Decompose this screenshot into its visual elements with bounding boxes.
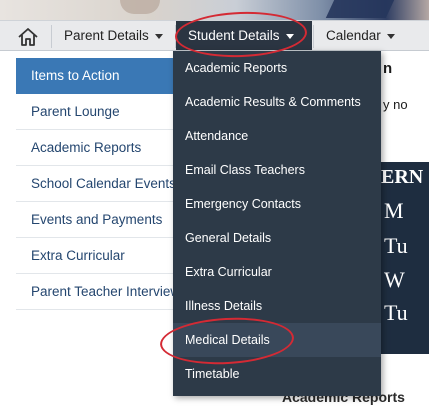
content-text-fragment: y no [383, 97, 408, 112]
sidebar-item-events-and-payments[interactable]: Events and Payments [16, 202, 176, 238]
sidebar-item-parent-lounge[interactable]: Parent Lounge [16, 94, 176, 130]
menu-item-attendance[interactable]: Attendance [173, 119, 381, 153]
menu-item-academic-reports[interactable]: Academic Reports [173, 51, 381, 85]
panel-text-line: Tu [384, 233, 408, 258]
nav-calendar-label: Calendar [326, 28, 381, 43]
caret-down-icon [285, 33, 294, 39]
caret-down-icon [154, 33, 163, 39]
content-heading-fragment: n [383, 60, 393, 77]
nav-calendar[interactable]: Calendar [326, 21, 395, 50]
nav-student-details[interactable]: Student Details [188, 21, 294, 50]
menu-item-extra-curricular[interactable]: Extra Curricular [173, 255, 381, 289]
nav-parent-details-label: Parent Details [64, 28, 149, 43]
menu-item-academic-results-comments[interactable]: Academic Results & Comments [173, 85, 381, 119]
menu-item-general-details[interactable]: General Details [173, 221, 381, 255]
sidebar: Items to Action Parent Lounge Academic R… [16, 58, 176, 318]
menu-item-emergency-contacts[interactable]: Emergency Contacts [173, 187, 381, 221]
nav-parent-details[interactable]: Parent Details [64, 21, 163, 50]
sidebar-item-academic-reports[interactable]: Academic Reports [16, 130, 176, 166]
header-photo [0, 0, 429, 20]
photo-detail [120, 0, 160, 14]
sidebar-item-extra-curricular[interactable]: Extra Curricular [16, 238, 176, 274]
top-navbar: Parent Details Student Details Calendar [0, 20, 429, 51]
photo-detail [325, 0, 395, 18]
panel-text-line: W [384, 267, 405, 292]
sidebar-item-parent-teacher-interviews[interactable]: Parent Teacher Interviews [16, 274, 176, 310]
menu-item-email-class-teachers[interactable]: Email Class Teachers [173, 153, 381, 187]
home-icon[interactable] [17, 27, 39, 47]
nav-divider [51, 25, 52, 48]
nav-divider [313, 25, 314, 48]
sidebar-item-school-calendar-events[interactable]: School Calendar Events [16, 166, 176, 202]
menu-item-timetable[interactable]: Timetable [173, 357, 381, 391]
panel-text-line: ERN [381, 166, 424, 188]
student-details-dropdown: Academic Reports Academic Results & Comm… [173, 51, 381, 396]
menu-item-medical-details[interactable]: Medical Details [173, 323, 381, 357]
sidebar-item-items-to-action[interactable]: Items to Action [16, 58, 176, 94]
panel-text-line: M [384, 198, 404, 223]
menu-item-illness-details[interactable]: Illness Details [173, 289, 381, 323]
nav-student-details-active[interactable]: Student Details [176, 21, 312, 50]
caret-down-icon [386, 33, 395, 39]
nav-student-details-label: Student Details [188, 28, 280, 43]
panel-text-line: Tu [384, 300, 408, 325]
